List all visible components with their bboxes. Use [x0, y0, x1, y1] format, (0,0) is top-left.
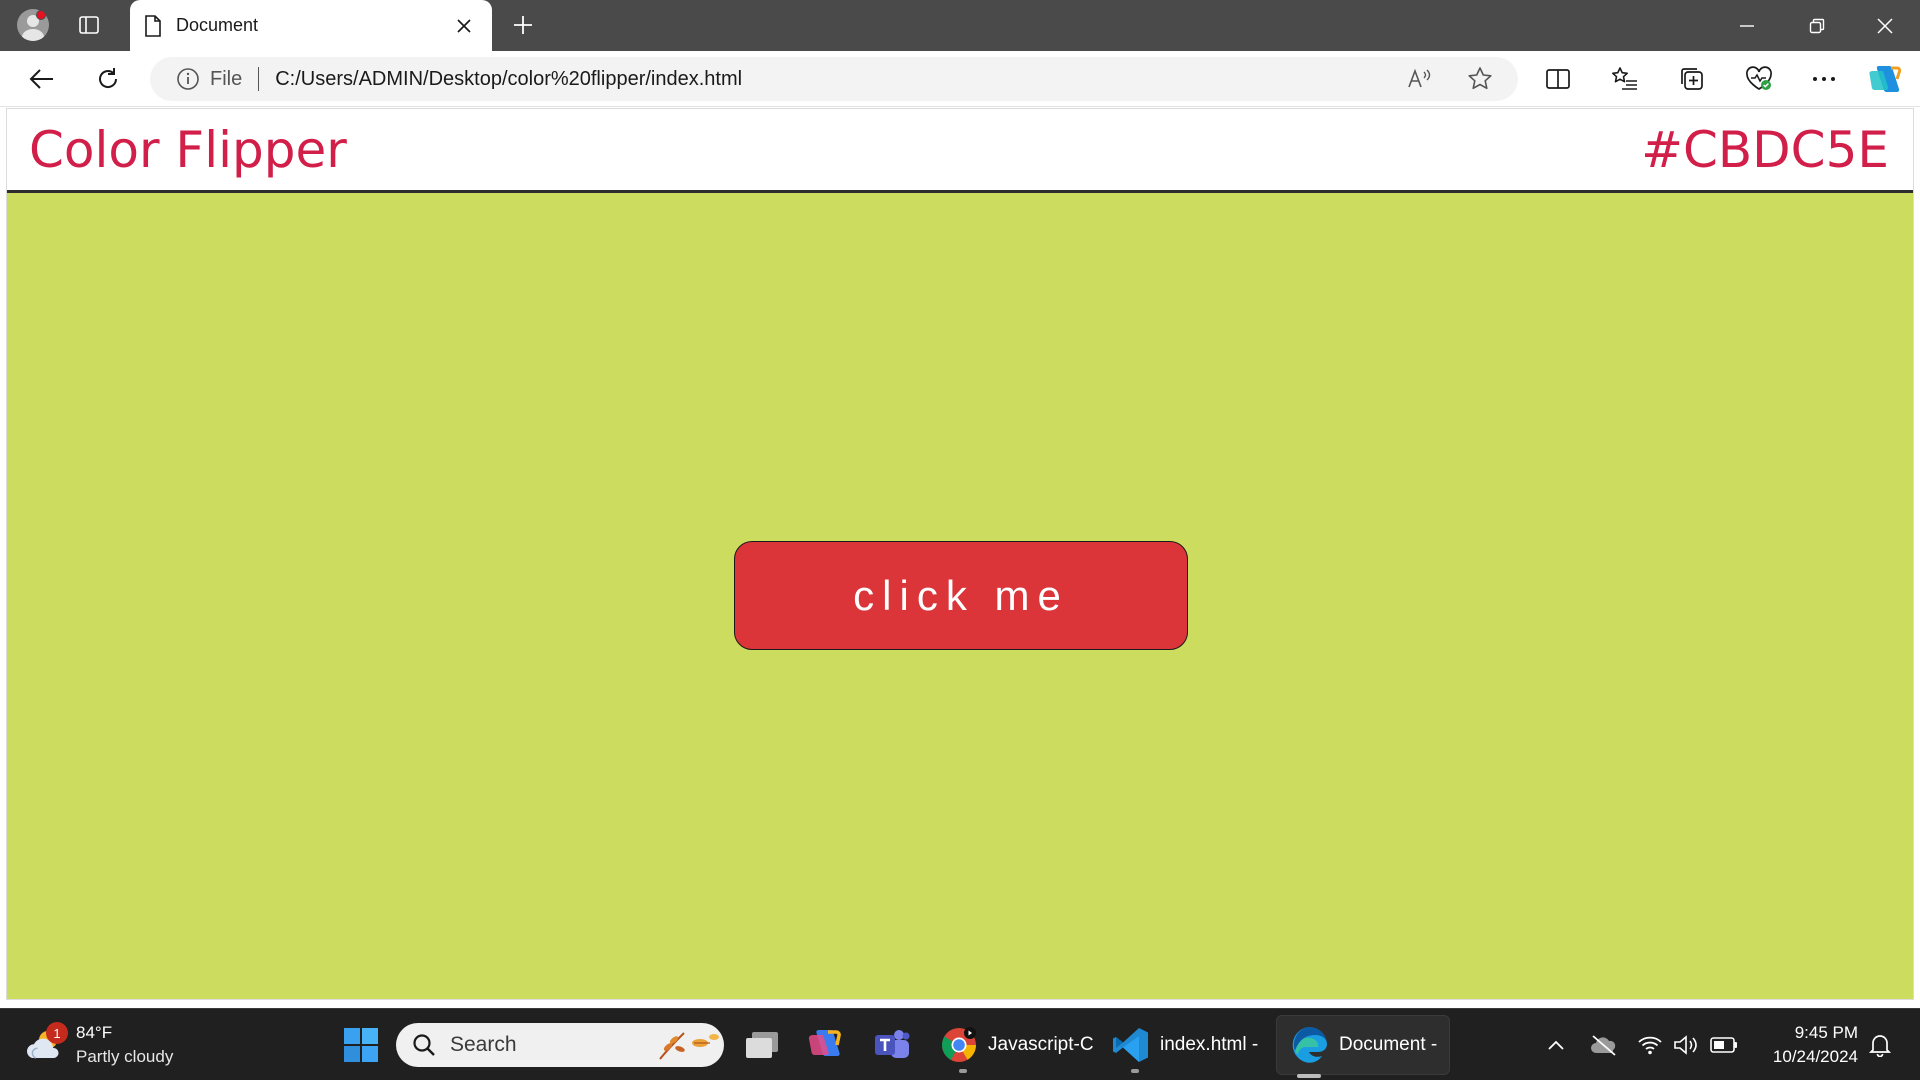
taskbar-app-label: Javascript-C — [988, 1034, 1094, 1055]
click-me-button[interactable]: click me — [734, 541, 1188, 650]
taskbar-app-vscode[interactable]: index.html - — [1102, 1021, 1268, 1073]
taskbar-app-edge[interactable]: Document - — [1276, 1015, 1451, 1078]
task-view-button[interactable] — [736, 1021, 788, 1069]
restore-button[interactable] — [1782, 0, 1852, 51]
close-tab-button[interactable] — [450, 12, 478, 40]
info-icon[interactable] — [176, 67, 200, 91]
browser-essentials-button[interactable] — [1739, 59, 1779, 99]
browser-toolbar: File C:/Users/ADMIN/Desktop/color%20flip… — [0, 51, 1920, 107]
notification-dot — [36, 10, 46, 20]
weather-widget[interactable]: 1 84°F Partly cloudy — [24, 1019, 173, 1071]
page-viewport: Color Flipper #CBDC5E click me — [6, 108, 1914, 1000]
tab-document[interactable]: Document — [130, 0, 492, 51]
volume-button[interactable] — [1668, 1027, 1704, 1063]
clock-date: 10/24/2024 — [1772, 1047, 1858, 1066]
minimize-icon — [1740, 24, 1754, 27]
read-aloud-icon — [1408, 68, 1431, 88]
chrome-icon — [942, 1027, 976, 1062]
weather-text: 84°F Partly cloudy — [76, 1021, 173, 1069]
favorites-button[interactable] — [1605, 59, 1645, 99]
bell-icon — [1869, 1035, 1891, 1057]
clock-time: 9:45 PM — [1794, 1023, 1858, 1042]
close-icon — [457, 18, 471, 33]
split-screen-icon — [1546, 69, 1570, 89]
windows-taskbar: 1 84°F Partly cloudy Search Javascript-C… — [0, 1008, 1920, 1080]
ellipsis-icon — [1813, 77, 1835, 81]
app-running-indicator — [1131, 1069, 1139, 1073]
app-active-indicator — [1297, 1074, 1321, 1078]
url-text[interactable]: C:/Users/ADMIN/Desktop/color%20flipper/i… — [275, 68, 742, 91]
refresh-icon — [99, 68, 118, 88]
address-bar[interactable]: File C:/Users/ADMIN/Desktop/color%20flip… — [150, 57, 1518, 101]
speaker-icon — [1674, 1035, 1697, 1055]
notifications-button[interactable] — [1862, 1027, 1898, 1063]
copilot-icon — [1869, 66, 1902, 92]
heart-pulse-icon — [1746, 66, 1772, 90]
app-running-indicator — [959, 1069, 967, 1073]
star-icon — [1468, 67, 1492, 90]
read-aloud-button[interactable] — [1400, 59, 1440, 99]
split-screen-button[interactable] — [1538, 59, 1578, 99]
autumn-leaves-icon — [659, 1032, 719, 1060]
search-label: Search — [450, 1033, 517, 1056]
scheme-label: File — [210, 67, 243, 90]
back-button[interactable] — [22, 59, 62, 99]
omnibox-divider — [258, 67, 260, 91]
battery-icon — [1710, 1037, 1737, 1053]
plus-icon — [514, 16, 532, 34]
search-icon — [413, 1034, 435, 1056]
windows-logo-icon — [344, 1028, 378, 1062]
favorite-star-button[interactable] — [1460, 59, 1500, 99]
onedrive-button[interactable] — [1586, 1027, 1622, 1063]
copilot-icon — [808, 1030, 841, 1056]
teams-button[interactable] — [866, 1021, 918, 1069]
network-button[interactable] — [1632, 1027, 1668, 1063]
taskbar-app-chrome[interactable]: Javascript-C — [930, 1021, 1104, 1073]
browser-titlebar: Document — [0, 0, 1920, 51]
tab-actions-button[interactable] — [70, 6, 108, 44]
taskbar-search-box[interactable]: Search — [396, 1023, 724, 1067]
collections-button[interactable] — [1672, 59, 1712, 99]
taskbar-app-label: Document - — [1339, 1034, 1438, 1055]
start-button[interactable] — [337, 1021, 385, 1069]
close-icon — [1877, 17, 1893, 34]
brand-title: Color Flipper — [29, 121, 347, 179]
close-window-button[interactable] — [1850, 0, 1920, 51]
tab-title: Document — [176, 15, 259, 35]
hex-color-value: #CBDC5E — [1641, 121, 1889, 179]
onedrive-offline-icon — [1591, 1035, 1616, 1056]
restore-icon — [1809, 18, 1825, 33]
copilot-taskbar-button[interactable] — [800, 1021, 852, 1069]
weather-alert-badge: 1 — [46, 1022, 68, 1044]
refresh-button[interactable] — [88, 59, 128, 99]
profile-button[interactable] — [14, 6, 52, 44]
minimize-button[interactable] — [1712, 0, 1782, 51]
favorites-list-icon — [1612, 67, 1637, 90]
vscode-icon — [1113, 1028, 1148, 1062]
wifi-icon — [1638, 1036, 1662, 1055]
task-view-icon — [746, 1032, 778, 1058]
arrow-left-icon — [29, 69, 53, 89]
chevron-up-icon — [1548, 1040, 1564, 1050]
page-icon — [145, 14, 161, 37]
edge-icon — [1292, 1027, 1327, 1063]
tab-actions-icon — [79, 16, 99, 34]
new-tab-button[interactable] — [504, 6, 542, 44]
partly-cloudy-icon: 1 — [24, 1022, 68, 1066]
copilot-button[interactable] — [1866, 59, 1906, 99]
page-header: Color Flipper #CBDC5E — [7, 109, 1913, 193]
weather-temperature: 84°F — [76, 1023, 113, 1042]
show-hidden-icons-button[interactable] — [1538, 1027, 1574, 1063]
teams-icon — [875, 1030, 910, 1058]
weather-description: Partly cloudy — [76, 1047, 174, 1066]
taskbar-app-label: index.html - — [1160, 1034, 1259, 1055]
taskbar-clock[interactable]: 9:45 PM 10/24/2024 — [1752, 1021, 1858, 1069]
more-options-button[interactable] — [1804, 59, 1844, 99]
battery-button[interactable] — [1706, 1027, 1742, 1063]
collections-icon — [1681, 68, 1703, 90]
